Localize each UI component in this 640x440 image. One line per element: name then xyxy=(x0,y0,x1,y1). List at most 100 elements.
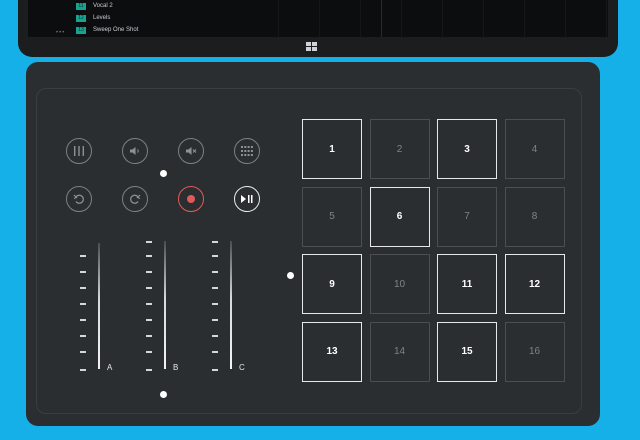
pad-label: 2 xyxy=(396,143,403,155)
fader-b[interactable]: B xyxy=(146,241,206,377)
playhead-line xyxy=(381,0,382,37)
fader-tick xyxy=(80,303,86,305)
track-name: Sweep One Shot xyxy=(93,27,139,33)
fader-tick xyxy=(146,319,152,321)
timeline-grid xyxy=(238,0,608,37)
pad-15[interactable]: 15 xyxy=(437,321,497,382)
fader-tick xyxy=(80,287,86,289)
volume-icon xyxy=(130,147,139,155)
fader-label: B xyxy=(173,363,179,372)
tablet-device: 11 Vocal 2 12 Levels 13 Sweep One Shot •… xyxy=(18,0,618,57)
fader-tick xyxy=(80,351,86,353)
mute-icon xyxy=(186,147,197,155)
fader-tick xyxy=(212,255,218,257)
play-pause-icon xyxy=(241,195,253,203)
track-row[interactable]: 11 Vocal 2 xyxy=(76,1,113,11)
fader-tick xyxy=(80,271,86,273)
pad-3[interactable]: 3 xyxy=(437,119,497,179)
record-button[interactable] xyxy=(178,186,204,212)
pad-14[interactable]: 14 xyxy=(369,321,430,382)
pad-label: 6 xyxy=(396,211,403,222)
mixer-icon xyxy=(74,146,84,156)
pad-label: 1 xyxy=(329,143,335,155)
fader-tick xyxy=(212,271,218,273)
pad-6[interactable]: 6 xyxy=(369,186,430,247)
fader-tick xyxy=(80,335,86,337)
windows-logo-icon[interactable] xyxy=(306,42,318,52)
pad-label: 13 xyxy=(326,346,338,357)
undo-icon xyxy=(73,194,84,204)
fader-tick xyxy=(146,241,152,243)
fader-tick xyxy=(212,369,218,371)
indicator-dot xyxy=(160,391,167,398)
fader-tick xyxy=(212,335,218,337)
pad-label: 8 xyxy=(531,211,538,222)
play-pause-button[interactable] xyxy=(234,186,260,212)
pad-label: 9 xyxy=(329,278,335,290)
pad-11[interactable]: 11 xyxy=(437,254,497,314)
track-number: 11 xyxy=(76,2,86,10)
pad-10[interactable]: 10 xyxy=(369,254,430,314)
pad-label: 14 xyxy=(393,346,406,357)
fader-tick xyxy=(146,287,152,289)
indicator-dot xyxy=(160,170,167,177)
pad-12[interactable]: 12 xyxy=(504,254,565,314)
pad-label: 12 xyxy=(528,278,541,290)
fader-tick xyxy=(212,287,218,289)
indicator-dot xyxy=(287,272,294,279)
controller-panel: A B C 1 2 3 4 5 6 7 8 9 10 11 12 13 14 1… xyxy=(36,88,582,414)
pad-label: 15 xyxy=(461,346,473,357)
fader-track[interactable] xyxy=(164,241,166,369)
fader-tick xyxy=(80,319,86,321)
fader-tick xyxy=(212,351,218,353)
redo-icon xyxy=(130,194,141,204)
fader-tick xyxy=(146,255,152,257)
track-number: 13 xyxy=(76,26,86,34)
fader-tick xyxy=(80,255,86,257)
fader-tick xyxy=(80,369,86,371)
pad-label: 10 xyxy=(393,278,406,290)
more-indicator: ••• xyxy=(56,30,66,36)
track-row[interactable]: 13 Sweep One Shot xyxy=(76,25,138,35)
pad-label: 7 xyxy=(464,211,470,222)
pad-5[interactable]: 5 xyxy=(302,186,362,247)
fader-tick xyxy=(212,319,218,321)
pad-13[interactable]: 13 xyxy=(302,321,362,382)
pad-9[interactable]: 9 xyxy=(302,254,362,314)
track-row[interactable]: 12 Levels xyxy=(76,13,110,23)
pad-2[interactable]: 2 xyxy=(369,119,430,179)
mute-button[interactable] xyxy=(178,138,204,164)
fader-tick xyxy=(212,303,218,305)
fader-tick xyxy=(146,303,152,305)
fader-a[interactable]: A xyxy=(80,241,140,377)
fader-tick xyxy=(212,241,218,243)
pad-8[interactable]: 8 xyxy=(504,186,565,247)
pad-7[interactable]: 7 xyxy=(437,186,497,247)
keypad-grid-icon xyxy=(241,146,253,156)
fader-label: A xyxy=(107,363,113,372)
redo-button[interactable] xyxy=(122,186,148,212)
tablet-screen: 11 Vocal 2 12 Levels 13 Sweep One Shot •… xyxy=(28,0,608,37)
fader-tick xyxy=(146,335,152,337)
pad-1[interactable]: 1 xyxy=(302,119,362,179)
pad-label: 4 xyxy=(531,143,538,155)
volume-button[interactable] xyxy=(122,138,148,164)
pad-label: 16 xyxy=(528,346,541,357)
undo-button[interactable] xyxy=(66,186,92,212)
record-icon xyxy=(187,195,195,203)
track-number: 12 xyxy=(76,14,86,22)
pad-label: 11 xyxy=(461,278,473,290)
mixer-button[interactable] xyxy=(66,138,92,164)
fader-c[interactable]: C xyxy=(212,241,272,377)
fader-track[interactable] xyxy=(230,241,232,369)
pad-4[interactable]: 4 xyxy=(504,119,565,179)
controller-cover: A B C 1 2 3 4 5 6 7 8 9 10 11 12 13 14 1… xyxy=(26,62,600,426)
fader-track[interactable] xyxy=(98,243,100,369)
fader-tick xyxy=(146,271,152,273)
fader-tick xyxy=(146,369,152,371)
pad-label: 3 xyxy=(464,143,470,155)
keypad-button[interactable] xyxy=(234,138,260,164)
pad-16[interactable]: 16 xyxy=(504,321,565,382)
track-name: Vocal 2 xyxy=(93,3,113,9)
pad-label: 5 xyxy=(329,211,335,222)
